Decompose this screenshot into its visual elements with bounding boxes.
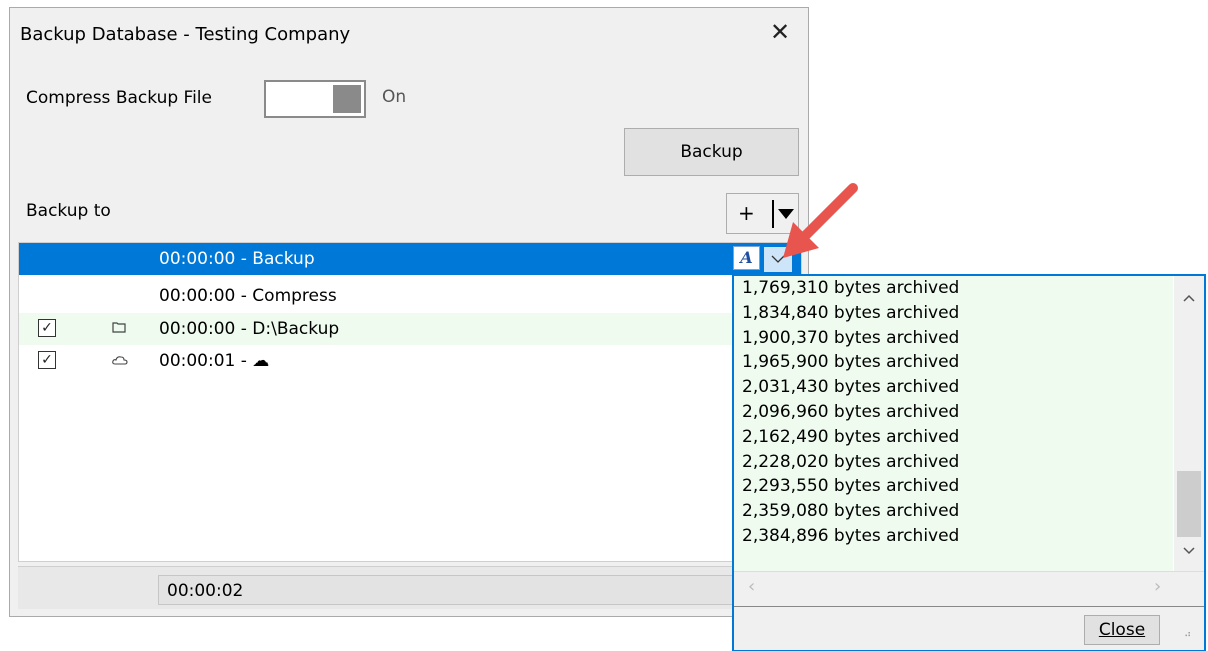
- log-line: 2,162,490 bytes archived: [742, 426, 960, 447]
- log-line: 2,359,080 bytes archived: [742, 501, 960, 522]
- row-text: 00:00:01 - ☁: [159, 351, 270, 371]
- toggle-knob: [333, 85, 361, 113]
- backup-button[interactable]: Backup: [624, 128, 799, 176]
- backup-to-label: Backup to: [26, 201, 111, 221]
- resize-grip-icon[interactable]: ⠴: [1184, 629, 1191, 640]
- log-line: 2,384,896 bytes archived: [742, 525, 960, 546]
- log-line: 1,769,310 bytes archived: [742, 278, 960, 298]
- log-line: 2,228,020 bytes archived: [742, 451, 960, 472]
- log-line: 1,965,900 bytes archived: [742, 352, 960, 373]
- format-icon[interactable]: A: [733, 246, 760, 270]
- split-separator: [772, 200, 774, 228]
- row-text: 00:00:00 - D:\Backup: [159, 319, 340, 339]
- dialog-title: Backup Database - Testing Company: [20, 24, 351, 45]
- log-line: 1,834,840 bytes archived: [742, 302, 960, 323]
- log-popup: 1,769,310 bytes archived 1,834,840 bytes…: [732, 274, 1206, 651]
- compress-toggle[interactable]: [264, 80, 366, 118]
- list-row[interactable]: 00:00:00 - Compress: [19, 280, 801, 312]
- list-row[interactable]: ✓ 00:00:01 - ☁: [19, 345, 801, 377]
- close-icon[interactable]: ✕: [770, 18, 790, 46]
- row-text: 00:00:00 - Backup: [159, 249, 315, 269]
- compress-state: On: [382, 87, 407, 107]
- scroll-up-icon[interactable]: [1183, 290, 1195, 306]
- popup-footer: Close ⠴: [734, 606, 1204, 650]
- close-button-label: Close: [1098, 620, 1146, 640]
- annotation-arrow-icon: [783, 183, 858, 258]
- scroll-thumb[interactable]: [1177, 471, 1201, 537]
- backup-dialog: Backup Database - Testing Company ✕ Comp…: [9, 7, 809, 617]
- log-text-area[interactable]: 1,769,310 bytes archived 1,834,840 bytes…: [734, 276, 1173, 571]
- list-row[interactable]: ✓ 00:00:00 - D:\Backup: [19, 313, 801, 345]
- log-line: 2,096,960 bytes archived: [742, 401, 960, 422]
- scroll-down-icon[interactable]: [1183, 543, 1195, 559]
- vertical-scrollbar[interactable]: [1174, 276, 1204, 571]
- status-bar: 00:00:02: [18, 566, 802, 609]
- row-checkbox[interactable]: ✓: [38, 351, 56, 369]
- scroll-right-icon[interactable]: ›: [1154, 576, 1161, 597]
- log-line: 1,900,370 bytes archived: [742, 327, 960, 348]
- horizontal-scrollbar[interactable]: ‹ ›: [734, 571, 1204, 606]
- list-row[interactable]: 00:00:00 - Backup: [19, 243, 801, 275]
- elapsed-time: 00:00:02: [158, 575, 738, 605]
- compress-label: Compress Backup File: [26, 88, 212, 108]
- backup-log-list[interactable]: 00:00:00 - Backup 00:00:00 - Compress ✓ …: [18, 242, 802, 562]
- folder-icon: [112, 319, 126, 337]
- cloud-icon: [112, 351, 128, 369]
- log-line: 2,031,430 bytes archived: [742, 377, 960, 398]
- row-checkbox[interactable]: ✓: [38, 319, 56, 337]
- add-button[interactable]: +: [738, 201, 755, 225]
- log-line: 2,293,550 bytes archived: [742, 476, 960, 497]
- scroll-left-icon[interactable]: ‹: [748, 576, 755, 597]
- close-button[interactable]: Close: [1084, 615, 1160, 645]
- row-text: 00:00:00 - Compress: [159, 286, 337, 306]
